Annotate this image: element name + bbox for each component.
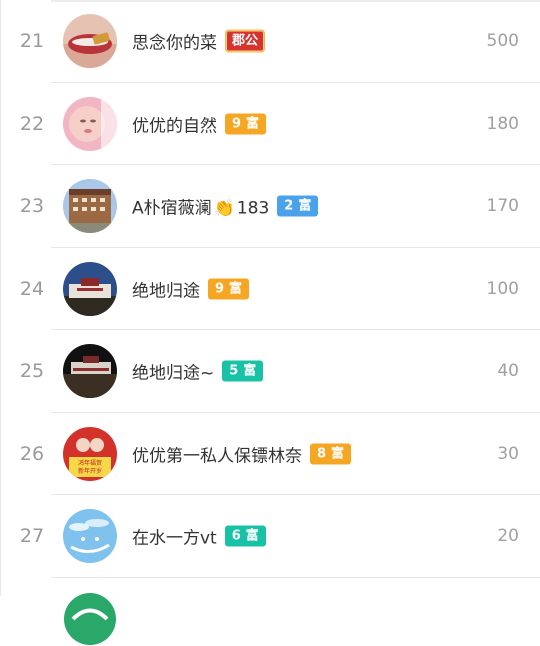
list-item[interactable]: 23 A朴宿薇澜 👏 183 2 富 170 (1, 165, 540, 248)
rank-number: 22 (19, 112, 45, 135)
list-item[interactable]: 22 优优的自然 9 富 180 (1, 83, 540, 166)
score: 30 (497, 443, 519, 464)
score: 500 (486, 31, 519, 52)
badge-level: 5 (229, 363, 239, 379)
user-name: A朴宿薇澜 👏 183 (132, 198, 270, 219)
badge-label: 富 (243, 363, 257, 379)
list-item[interactable]: 21 思念你的菜 郡公 500 (1, 0, 540, 83)
wealth-badge: 5 富 (222, 360, 264, 382)
badge-level: 8 (317, 446, 327, 462)
avatar[interactable] (63, 344, 117, 399)
avatar[interactable]: 鸿年福贺 新年开岁 (63, 426, 117, 481)
user-name-wrap: 思念你的菜 郡公 (132, 29, 266, 54)
rank-number: 23 (19, 195, 45, 218)
rank-number: 24 (19, 277, 45, 300)
avatar[interactable] (63, 261, 117, 316)
wealth-badge: 6 富 (224, 525, 266, 547)
rank-number: 27 (19, 525, 45, 548)
user-name-wrap: 优优的自然 9 富 (132, 111, 267, 137)
rank-number: 21 (19, 30, 45, 53)
badge-level: 2 (284, 198, 294, 214)
user-name: 思念你的菜 (132, 33, 217, 54)
wealth-badge: 9 富 (225, 113, 267, 135)
list-item[interactable]: 24 绝地归途 9 富 100 (1, 248, 540, 331)
badge-label: 富 (229, 281, 243, 297)
user-name-wrap: A朴宿薇澜 👏 183 2 富 (132, 194, 319, 219)
user-name: 在水一方vt (132, 528, 217, 549)
user-name-wrap: 绝地归途~ 5 富 (132, 359, 264, 384)
avatar[interactable] (63, 14, 117, 69)
user-name-wrap: 在水一方vt 6 富 (132, 524, 266, 549)
user-name-wrap: 绝地归途 9 富 (132, 276, 250, 302)
score: 40 (497, 361, 519, 382)
rank-number: 26 (19, 442, 45, 465)
score: 20 (497, 526, 519, 547)
list-item[interactable]: 25 绝地归途~ 5 富 40 (1, 330, 540, 413)
user-name: 优优第一私人保镖林奈 (132, 446, 302, 467)
user-name: 绝地归途 (132, 281, 200, 302)
wealth-badge: 9 富 (208, 278, 250, 300)
list-item-partial[interactable] (1, 578, 540, 646)
svg-text:鸿年福贺: 鸿年福贺 (78, 459, 102, 467)
avatar[interactable] (63, 96, 117, 151)
list-item[interactable]: 27 在水一方vt 6 富 20 (1, 495, 540, 578)
svg-text:新年开岁: 新年开岁 (78, 467, 102, 475)
rank-number: 25 (19, 360, 45, 383)
user-name: 绝地归途~ (132, 363, 215, 384)
badge-label: 郡公 (232, 33, 259, 49)
badge-level: 6 (231, 528, 241, 544)
list-item[interactable]: 26 鸿年福贺 新年开岁 优优第一私人保镖林奈 8 富 30 (1, 413, 540, 496)
badge-level: 9 (232, 116, 242, 132)
badge-label: 富 (331, 446, 345, 462)
ranking-list-panel: 21 思念你的菜 郡公 500 22 优优的自然 9 富 180 23 A朴宿薇… (0, 0, 540, 646)
avatar[interactable] (63, 179, 117, 234)
badge-label: 富 (245, 528, 259, 544)
user-name-wrap: 优优第一私人保镖林奈 8 富 (132, 441, 352, 467)
ranking-list: 21 思念你的菜 郡公 500 22 优优的自然 9 富 180 23 A朴宿薇… (1, 0, 540, 646)
avatar[interactable] (63, 591, 117, 646)
wealth-badge: 8 富 (310, 443, 352, 465)
badge-label: 富 (298, 198, 312, 214)
score: 170 (486, 196, 519, 217)
badge-level: 9 (215, 281, 225, 297)
user-name: 优优的自然 (132, 116, 217, 137)
rank-badge: 郡公 (225, 29, 266, 53)
score: 180 (486, 113, 519, 134)
clap-icon: 👏 (213, 198, 235, 219)
avatar[interactable] (63, 509, 117, 564)
wealth-badge: 2 富 (277, 195, 319, 217)
score: 100 (486, 278, 519, 299)
badge-label: 富 (246, 116, 260, 132)
